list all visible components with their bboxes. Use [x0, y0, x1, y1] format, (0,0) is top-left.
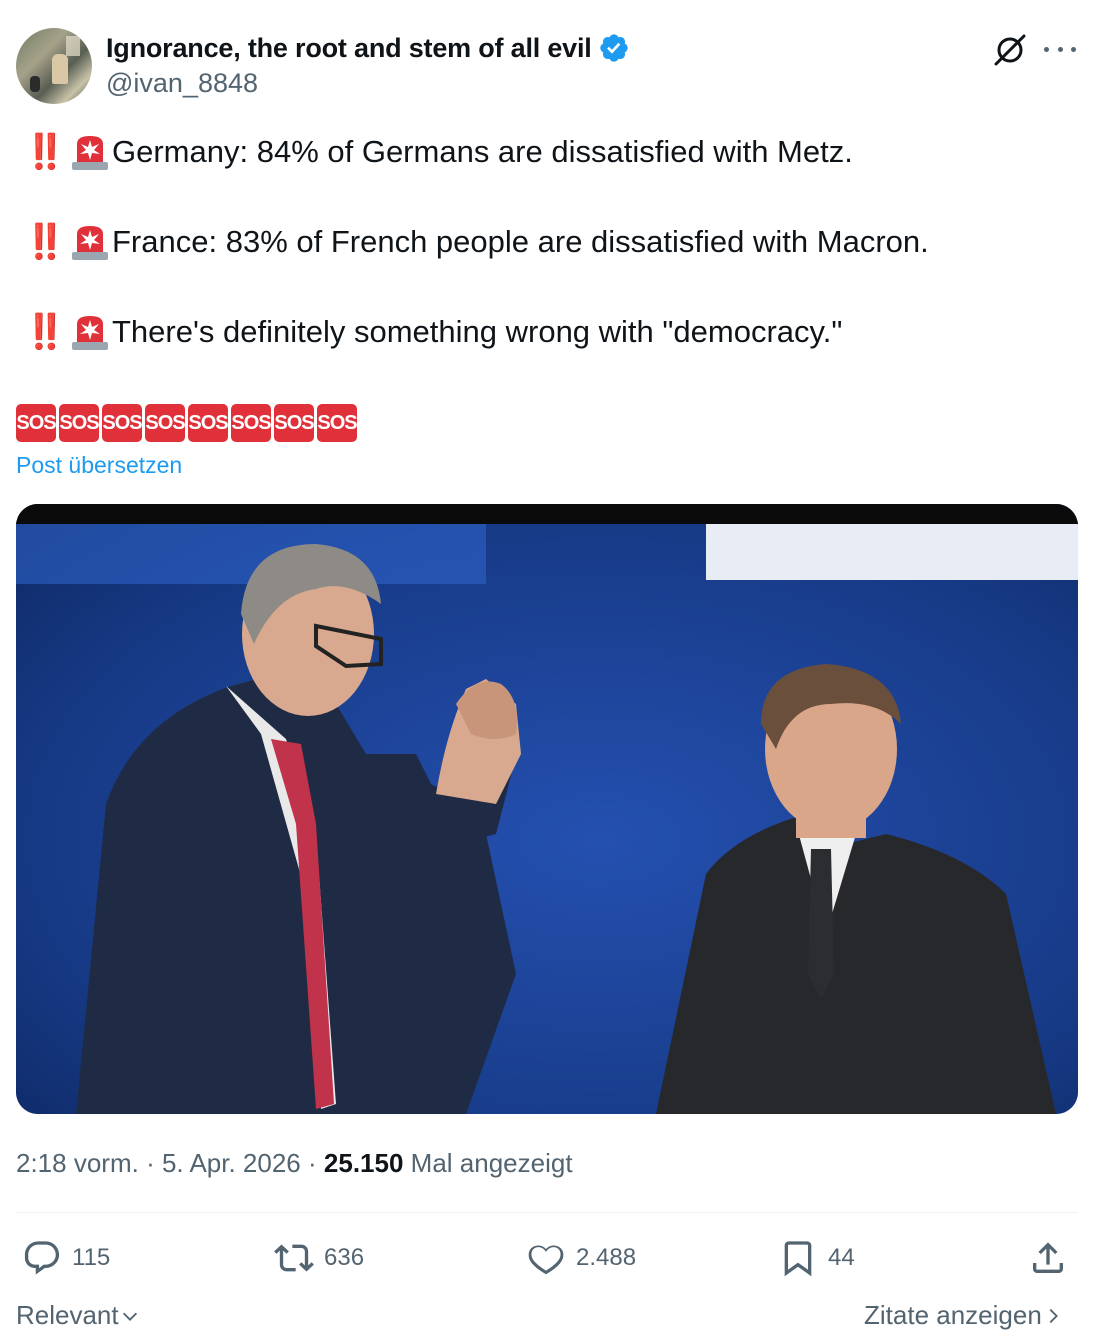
sos-icon: SOS [102, 404, 143, 442]
rotating-light-icon [72, 316, 108, 350]
author-display-name[interactable]: Ignorance, the root and stem of all evil [106, 33, 592, 64]
translate-post-link[interactable]: Post übersetzen [16, 452, 182, 479]
repost-icon [274, 1244, 314, 1272]
post-time[interactable]: 2:18 vorm. [16, 1148, 139, 1178]
more-icon[interactable] [1044, 42, 1076, 56]
sos-emoji-row: SOS SOS SOS SOS SOS SOS SOS SOS [16, 404, 358, 442]
rotating-light-icon [72, 136, 108, 170]
sos-icon: SOS [231, 404, 272, 442]
separator: · [308, 1148, 317, 1178]
double-exclamation-icon: ‼️ [24, 223, 66, 261]
divider [16, 1212, 1078, 1213]
view-quotes-label: Zitate anzeigen [864, 1300, 1042, 1330]
repost-count: 636 [324, 1244, 365, 1271]
bookmark-count: 44 [828, 1244, 855, 1271]
bookmark-icon [784, 1241, 812, 1277]
like-count: 2.488 [576, 1244, 637, 1271]
sos-icon: SOS [145, 404, 186, 442]
sos-icon: SOS [16, 404, 57, 442]
sos-icon: SOS [59, 404, 100, 442]
sos-icon: SOS [317, 404, 358, 442]
share-icon [1033, 1242, 1063, 1273]
author-name-row: Ignorance, the root and stem of all evil [106, 32, 630, 64]
post-line-3: ‼️ There's definitely something wrong wi… [16, 312, 1080, 352]
post-photo[interactable] [16, 504, 1078, 1114]
grok-icon[interactable] [992, 32, 1028, 68]
bookmark-button[interactable]: 44 [778, 1236, 855, 1280]
heart-icon [528, 1245, 564, 1275]
chevron-down-icon [122, 1312, 137, 1321]
author-handle[interactable]: @ivan_8848 [106, 68, 258, 99]
chevron-right-icon [1049, 1308, 1058, 1323]
reply-icon [24, 1241, 60, 1275]
separator: · [146, 1148, 155, 1178]
view-count: 25.150 [323, 1148, 404, 1178]
reply-button[interactable]: 115 [22, 1236, 110, 1280]
post-line-text: There's definitely something wrong with … [112, 314, 843, 349]
reply-count: 115 [72, 1244, 111, 1271]
view-count-label: Mal angezeigt [410, 1148, 573, 1178]
double-exclamation-icon: ‼️ [24, 313, 66, 351]
sort-label: Relevant [16, 1300, 119, 1330]
like-button[interactable]: 2.488 [526, 1236, 636, 1280]
repost-button[interactable]: 636 [274, 1236, 364, 1280]
post-header: Ignorance, the root and stem of all evil… [16, 26, 1080, 106]
post-line-1: ‼️ Germany: 84% of Germans are dissatisf… [16, 132, 1080, 172]
photo-illustration [16, 504, 1078, 1114]
rotating-light-icon [72, 226, 108, 260]
sos-icon: SOS [188, 404, 229, 442]
double-exclamation-icon: ‼️ [24, 133, 66, 171]
post-meta: 2:18 vorm. · 5. Apr. 2026 · 25.150 Mal a… [16, 1148, 573, 1179]
sort-dropdown[interactable]: Relevant [16, 1300, 141, 1331]
post-date[interactable]: 5. Apr. 2026 [162, 1148, 301, 1178]
post-line-2: ‼️ France: 83% of French people are diss… [16, 222, 1080, 262]
post-line-text: France: 83% of French people are dissati… [112, 224, 929, 259]
view-quotes-link[interactable]: Zitate anzeigen [864, 1300, 1064, 1331]
share-button[interactable] [1028, 1236, 1078, 1280]
post-line-text: Germany: 84% of Germans are dissatisfied… [112, 134, 853, 169]
sos-icon: SOS [274, 404, 315, 442]
verified-badge-icon[interactable] [598, 32, 630, 64]
avatar[interactable] [16, 28, 92, 104]
